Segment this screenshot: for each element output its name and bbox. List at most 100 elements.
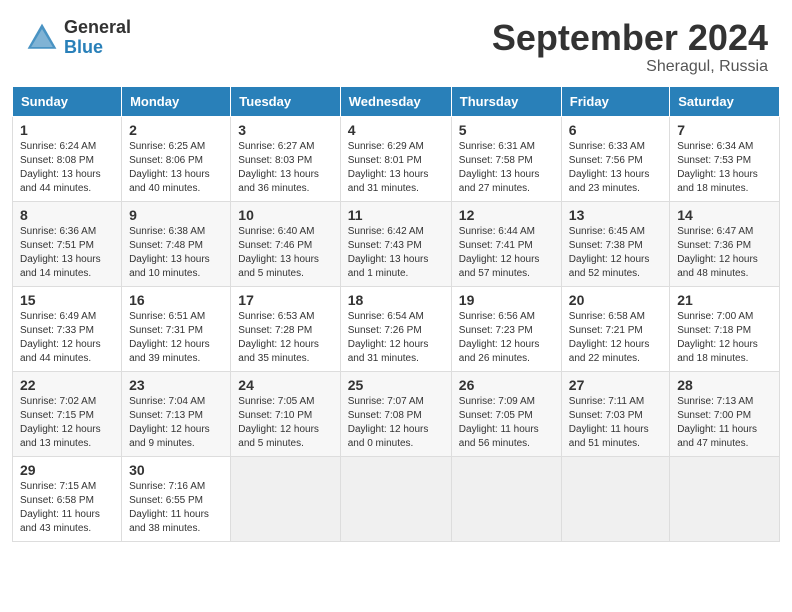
day-cell (340, 456, 451, 541)
week-row-3: 15Sunrise: 6:49 AMSunset: 7:33 PMDayligh… (13, 286, 780, 371)
day-cell: 1 Sunrise: 6:24 AMSunset: 8:08 PMDaylight… (13, 116, 122, 201)
day-number: 26 (459, 377, 554, 393)
day-number: 3 (238, 122, 332, 138)
day-info: Sunrise: 6:56 AMSunset: 7:23 PMDaylight:… (459, 310, 554, 366)
day-cell: 2 Sunrise: 6:25 AMSunset: 8:06 PMDaylight… (122, 116, 231, 201)
day-number: 5 (459, 122, 554, 138)
day-number: 30 (129, 462, 223, 478)
day-cell (670, 456, 780, 541)
day-cell (561, 456, 669, 541)
day-cell: 14Sunrise: 6:47 AMSunset: 7:36 PMDayligh… (670, 201, 780, 286)
day-info: Sunrise: 7:04 AMSunset: 7:13 PMDaylight:… (129, 395, 223, 451)
day-number: 22 (20, 377, 114, 393)
day-info: Sunrise: 6:44 AMSunset: 7:41 PMDaylight:… (459, 225, 554, 281)
day-info: Sunrise: 6:42 AMSunset: 7:43 PMDaylight:… (348, 225, 444, 281)
day-cell: 7Sunrise: 6:34 AMSunset: 7:53 PMDaylight… (670, 116, 780, 201)
month-title: September 2024 (492, 18, 768, 58)
week-row-2: 8 Sunrise: 6:36 AMSunset: 7:51 PMDaylight… (13, 201, 780, 286)
day-info: Sunrise: 6:47 AMSunset: 7:36 PMDaylight:… (677, 225, 772, 281)
weekday-header-wednesday: Wednesday (340, 86, 451, 116)
day-cell: 8 Sunrise: 6:36 AMSunset: 7:51 PMDaylight… (13, 201, 122, 286)
day-info: Sunrise: 6:53 AMSunset: 7:28 PMDaylight:… (238, 310, 332, 366)
day-number: 4 (348, 122, 444, 138)
weekday-header-sunday: Sunday (13, 86, 122, 116)
day-cell: 11 Sunrise: 6:42 AMSunset: 7:43 PMDayligh… (340, 201, 451, 286)
weekday-header-saturday: Saturday (670, 86, 780, 116)
day-number: 20 (569, 292, 662, 308)
location: Sheragul, Russia (492, 58, 768, 76)
weekday-header-row: SundayMondayTuesdayWednesdayThursdayFrid… (13, 86, 780, 116)
day-cell: 24 Sunrise: 7:05 AMSunset: 7:10 PMDayligh… (231, 371, 340, 456)
day-number: 11 (348, 207, 444, 223)
logo-icon (24, 20, 60, 56)
day-number: 9 (129, 207, 223, 223)
day-info: Sunrise: 7:16 AMSunset: 6:55 PMDaylight:… (129, 480, 223, 536)
day-info: Sunrise: 7:00 AMSunset: 7:18 PMDaylight:… (677, 310, 772, 366)
day-info: Sunrise: 6:51 AMSunset: 7:31 PMDaylight:… (129, 310, 223, 366)
day-cell: 19 Sunrise: 6:56 AMSunset: 7:23 PMDayligh… (451, 286, 561, 371)
day-number: 1 (20, 122, 114, 138)
day-number: 7 (677, 122, 772, 138)
day-number: 15 (20, 292, 114, 308)
logo-text: General Blue (64, 18, 131, 58)
day-number: 24 (238, 377, 332, 393)
week-row-4: 22 Sunrise: 7:02 AMSunset: 7:15 PMDayligh… (13, 371, 780, 456)
day-number: 27 (569, 377, 662, 393)
day-number: 28 (677, 377, 772, 393)
day-info: Sunrise: 7:09 AMSunset: 7:05 PMDaylight:… (459, 395, 554, 451)
day-cell: 5 Sunrise: 6:31 AMSunset: 7:58 PMDaylight… (451, 116, 561, 201)
day-number: 8 (20, 207, 114, 223)
day-number: 29 (20, 462, 114, 478)
week-row-5: 29Sunrise: 7:15 AMSunset: 6:58 PMDayligh… (13, 456, 780, 541)
day-cell: 29Sunrise: 7:15 AMSunset: 6:58 PMDayligh… (13, 456, 122, 541)
day-cell: 25 Sunrise: 7:07 AMSunset: 7:08 PMDayligh… (340, 371, 451, 456)
weekday-header-friday: Friday (561, 86, 669, 116)
day-info: Sunrise: 6:29 AMSunset: 8:01 PMDaylight:… (348, 140, 444, 196)
day-cell: 30 Sunrise: 7:16 AMSunset: 6:55 PMDayligh… (122, 456, 231, 541)
day-number: 19 (459, 292, 554, 308)
day-cell: 22 Sunrise: 7:02 AMSunset: 7:15 PMDayligh… (13, 371, 122, 456)
day-info: Sunrise: 6:27 AMSunset: 8:03 PMDaylight:… (238, 140, 332, 196)
logo: General Blue (24, 18, 131, 58)
day-cell: 20 Sunrise: 6:58 AMSunset: 7:21 PMDayligh… (561, 286, 669, 371)
weekday-header-tuesday: Tuesday (231, 86, 340, 116)
day-cell: 28 Sunrise: 7:13 AMSunset: 7:00 PMDayligh… (670, 371, 780, 456)
day-number: 16 (129, 292, 223, 308)
day-info: Sunrise: 7:11 AMSunset: 7:03 PMDaylight:… (569, 395, 662, 451)
day-number: 23 (129, 377, 223, 393)
calendar-table: SundayMondayTuesdayWednesdayThursdayFrid… (12, 86, 780, 542)
day-info: Sunrise: 7:02 AMSunset: 7:15 PMDaylight:… (20, 395, 114, 451)
day-info: Sunrise: 6:31 AMSunset: 7:58 PMDaylight:… (459, 140, 554, 196)
day-number: 18 (348, 292, 444, 308)
day-cell: 15Sunrise: 6:49 AMSunset: 7:33 PMDayligh… (13, 286, 122, 371)
day-info: Sunrise: 6:58 AMSunset: 7:21 PMDaylight:… (569, 310, 662, 366)
day-number: 6 (569, 122, 662, 138)
day-cell: 26 Sunrise: 7:09 AMSunset: 7:05 PMDayligh… (451, 371, 561, 456)
day-info: Sunrise: 6:33 AMSunset: 7:56 PMDaylight:… (569, 140, 662, 196)
day-cell: 18 Sunrise: 6:54 AMSunset: 7:26 PMDayligh… (340, 286, 451, 371)
day-cell: 3 Sunrise: 6:27 AMSunset: 8:03 PMDaylight… (231, 116, 340, 201)
logo-general: General (64, 18, 131, 38)
day-info: Sunrise: 6:36 AMSunset: 7:51 PMDaylight:… (20, 225, 114, 281)
day-number: 25 (348, 377, 444, 393)
calendar-wrapper: SundayMondayTuesdayWednesdayThursdayFrid… (0, 86, 792, 554)
day-cell: 16 Sunrise: 6:51 AMSunset: 7:31 PMDayligh… (122, 286, 231, 371)
day-info: Sunrise: 6:24 AMSunset: 8:08 PMDaylight:… (20, 140, 114, 196)
day-number: 21 (677, 292, 772, 308)
title-block: September 2024 Sheragul, Russia (492, 18, 768, 76)
day-cell: 6 Sunrise: 6:33 AMSunset: 7:56 PMDaylight… (561, 116, 669, 201)
day-info: Sunrise: 6:54 AMSunset: 7:26 PMDaylight:… (348, 310, 444, 366)
day-info: Sunrise: 7:13 AMSunset: 7:00 PMDaylight:… (677, 395, 772, 451)
day-cell (231, 456, 340, 541)
day-number: 2 (129, 122, 223, 138)
day-cell: 9Sunrise: 6:38 AMSunset: 7:48 PMDaylight… (122, 201, 231, 286)
day-cell: 4 Sunrise: 6:29 AMSunset: 8:01 PMDaylight… (340, 116, 451, 201)
day-info: Sunrise: 6:45 AMSunset: 7:38 PMDaylight:… (569, 225, 662, 281)
day-info: Sunrise: 6:25 AMSunset: 8:06 PMDaylight:… (129, 140, 223, 196)
day-cell: 23 Sunrise: 7:04 AMSunset: 7:13 PMDayligh… (122, 371, 231, 456)
day-info: Sunrise: 7:07 AMSunset: 7:08 PMDaylight:… (348, 395, 444, 451)
day-cell: 17Sunrise: 6:53 AMSunset: 7:28 PMDayligh… (231, 286, 340, 371)
week-row-1: 1 Sunrise: 6:24 AMSunset: 8:08 PMDaylight… (13, 116, 780, 201)
day-info: Sunrise: 7:05 AMSunset: 7:10 PMDaylight:… (238, 395, 332, 451)
page-header: General Blue September 2024 Sheragul, Ru… (0, 0, 792, 86)
